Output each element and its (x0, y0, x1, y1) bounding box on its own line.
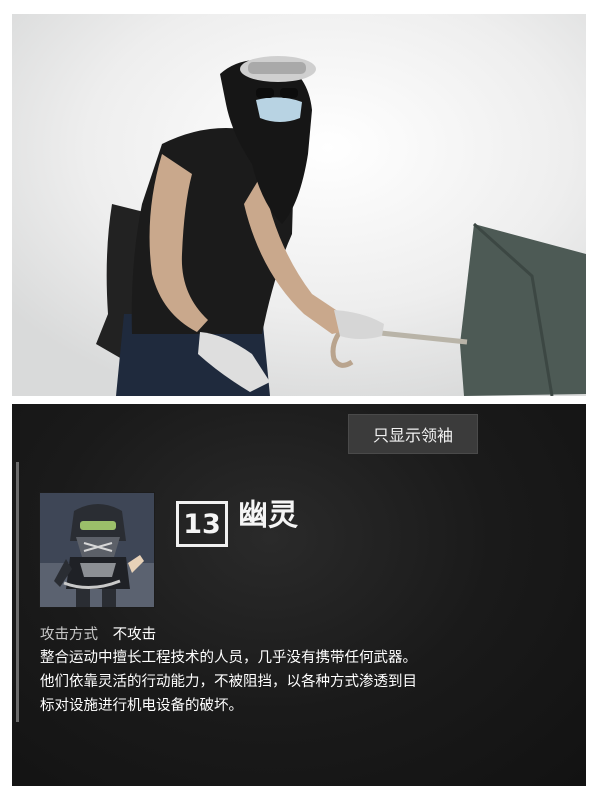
masked-person-photo (12, 14, 586, 396)
unit-name: 幽灵 (238, 498, 298, 533)
description-line: 标对设施进行机电设备的破坏。 (40, 698, 243, 714)
attack-type-value: 不攻击 (112, 627, 157, 643)
ghost-unit-portrait-icon[interactable] (39, 492, 155, 608)
panel-edge-bar (16, 462, 19, 722)
attack-type-label: 攻击方式 (40, 627, 98, 643)
enemy-info-panel: 只显示领袖 13 幽灵 攻击方式 不攻击 整合运动中擅长工程技术的人员，几乎没有… (12, 404, 586, 786)
show-leaders-only-button[interactable]: 只显示领袖 (348, 414, 478, 454)
description-line: 他们依靠灵活的行动能力，不被阻挡，以各种方式渗透到目 (40, 674, 417, 690)
description-line: 整合运动中擅长工程技术的人员，几乎没有携带任何武器。 (40, 650, 417, 666)
unit-description: 整合运动中擅长工程技术的人员，几乎没有携带任何武器。 他们依靠灵活的行动能力，不… (40, 646, 560, 718)
attack-type-row: 攻击方式 不攻击 (40, 623, 156, 644)
unit-number-badge: 13 (176, 501, 228, 547)
